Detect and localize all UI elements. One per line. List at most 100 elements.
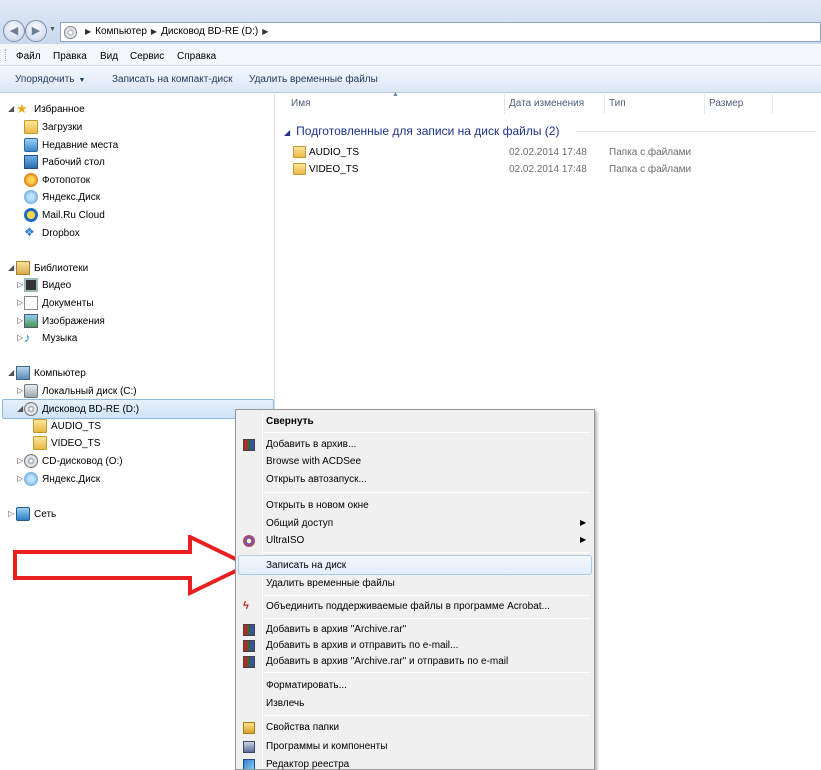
- nav-cd-drive-o[interactable]: ▷ CD-дисковод (O:): [17, 454, 123, 468]
- nav-libraries[interactable]: ◢ Библиотеки: [8, 261, 88, 275]
- expand-icon[interactable]: ▷: [8, 509, 14, 518]
- column-header-size[interactable]: Размер: [709, 98, 743, 109]
- menu-item-format[interactable]: Форматировать...: [266, 680, 347, 691]
- collapse-icon[interactable]: ◢: [8, 104, 14, 113]
- menu-item-delete-temp[interactable]: Удалить временные файлы: [266, 578, 395, 589]
- column-divider[interactable]: [772, 94, 773, 114]
- menu-item-share[interactable]: Общий доступ: [266, 518, 333, 529]
- nav-yandex-disk-drive[interactable]: ▷ Яндекс.Диск: [17, 472, 100, 486]
- forward-arrow-icon: ▶: [31, 25, 41, 37]
- nav-recent-places[interactable]: Недавние места: [24, 138, 118, 152]
- nav-dropbox[interactable]: ❖ Dropbox: [24, 226, 80, 239]
- disc-drive-icon: [24, 454, 38, 468]
- breadcrumb-chevron-icon[interactable]: ▶: [151, 27, 157, 36]
- menu-help[interactable]: Справка: [177, 51, 216, 62]
- folder-icon: [293, 146, 306, 158]
- file-date: 02.02.2014 17:48: [509, 164, 587, 175]
- nav-photostream-label: Фотопоток: [42, 175, 91, 186]
- collapse-icon[interactable]: ◢: [17, 404, 23, 413]
- file-group-header[interactable]: ◢ Подготовленные для записи на диск файлы…: [284, 124, 559, 138]
- nav-photostream[interactable]: Фотопоток: [24, 173, 91, 187]
- nav-images[interactable]: ▷ Изображения: [17, 314, 105, 328]
- menu-item-programs[interactable]: Программы и компоненты: [266, 741, 387, 752]
- menu-item-add-rar-email[interactable]: Добавить в архив "Archive.rar" и отправи…: [266, 656, 508, 667]
- column-header-name[interactable]: Имя: [291, 98, 310, 109]
- organize-label: Упорядочить: [15, 74, 75, 85]
- nav-audio-ts[interactable]: AUDIO_TS: [33, 419, 101, 433]
- nav-documents[interactable]: ▷ Документы: [17, 296, 94, 310]
- nav-network[interactable]: ▷ Сеть: [8, 507, 57, 521]
- menu-item-ultraiso[interactable]: UltraISO: [266, 535, 304, 546]
- acrobat-icon: ϟ: [243, 600, 249, 612]
- computer-icon: [16, 366, 30, 380]
- column-divider[interactable]: [704, 94, 705, 114]
- delete-temp-files-button[interactable]: Удалить временные файлы: [249, 74, 378, 85]
- menu-item-burn-disc[interactable]: Записать на диск: [266, 560, 346, 571]
- menu-item-acdsee[interactable]: Browse with ACDSee: [266, 456, 361, 467]
- menu-item-open-new-window[interactable]: Открыть в новом окне: [266, 500, 369, 511]
- nav-mailru-cloud[interactable]: Mail.Ru Cloud: [24, 208, 105, 222]
- organize-button[interactable]: Упорядочить ▼: [15, 74, 85, 85]
- menu-item-add-archive[interactable]: Добавить в архив...: [266, 439, 356, 450]
- breadcrumb-chevron-icon[interactable]: ▶: [262, 27, 268, 36]
- breadcrumb-chevron-icon[interactable]: ▶: [85, 27, 91, 36]
- column-header-type[interactable]: Тип: [609, 98, 626, 109]
- red-arrow-annotation: [13, 535, 252, 597]
- nav-local-disk-c[interactable]: ▷ Локальный диск (C:): [17, 384, 137, 398]
- expand-icon[interactable]: ▷: [17, 456, 23, 465]
- menu-separator: [264, 432, 590, 433]
- nav-video-ts[interactable]: VIDEO_TS: [33, 436, 100, 450]
- recent-pages-dropdown-icon[interactable]: ▼: [49, 26, 56, 33]
- menu-view[interactable]: Вид: [100, 51, 118, 62]
- menu-item-eject[interactable]: Извлечь: [266, 698, 304, 709]
- nav-desktop-label: Рабочий стол: [42, 157, 105, 168]
- menu-item-autoplay[interactable]: Открыть автозапуск...: [266, 474, 367, 485]
- menu-edit[interactable]: Правка: [53, 51, 87, 62]
- nav-downloads[interactable]: Загрузки: [24, 120, 82, 134]
- nav-video-label: Видео: [42, 280, 72, 291]
- menu-tools[interactable]: Сервис: [130, 51, 164, 62]
- breadcrumb-computer[interactable]: Компьютер: [95, 26, 147, 37]
- menu-item-acrobat-combine[interactable]: Объединить поддерживаемые файлы в програ…: [266, 601, 550, 612]
- column-header-date[interactable]: Дата изменения: [509, 98, 584, 109]
- nav-network-label: Сеть: [34, 509, 57, 520]
- breadcrumb-drive[interactable]: Дисковод BD-RE (D:): [161, 26, 258, 37]
- expand-icon[interactable]: ▷: [17, 298, 23, 307]
- nav-images-label: Изображения: [42, 316, 105, 327]
- file-name: VIDEO_TS: [309, 164, 359, 175]
- expand-icon[interactable]: ▷: [17, 280, 23, 289]
- column-divider[interactable]: [504, 94, 505, 114]
- menu-item-add-email[interactable]: Добавить в архив и отправить по e-mail..…: [266, 640, 458, 651]
- file-row-audio-ts[interactable]: AUDIO_TS: [293, 146, 359, 158]
- nav-video[interactable]: ▷ Видео: [17, 278, 72, 292]
- back-button[interactable]: ◀: [3, 20, 25, 42]
- folder-icon: [33, 436, 47, 450]
- collapse-icon[interactable]: ◢: [8, 368, 14, 377]
- nav-desktop[interactable]: Рабочий стол: [24, 155, 105, 169]
- nav-bd-re-drive[interactable]: ◢ Дисковод BD-RE (D:): [17, 402, 139, 416]
- collapse-icon[interactable]: ◢: [8, 263, 14, 272]
- expand-icon[interactable]: ▷: [17, 316, 23, 325]
- menu-file[interactable]: Файл: [16, 51, 41, 62]
- menu-item-folder-properties[interactable]: Свойства папки: [266, 722, 339, 733]
- file-type: Папка с файлами: [609, 147, 692, 158]
- burn-cd-button[interactable]: Записать на компакт-диск: [112, 74, 232, 85]
- file-row-video-ts[interactable]: VIDEO_TS: [293, 163, 359, 175]
- registry-editor-icon: [243, 759, 255, 769]
- expand-icon[interactable]: ▷: [17, 386, 23, 395]
- forward-button[interactable]: ▶: [25, 20, 47, 42]
- winrar-icon: [243, 439, 255, 451]
- menu-item-regedit[interactable]: Редактор реестра: [266, 759, 349, 769]
- address-field[interactable]: ▶ Компьютер ▶ Дисковод BD-RE (D:) ▶: [60, 22, 821, 42]
- menu-item-collapse[interactable]: Свернуть: [266, 416, 314, 427]
- expand-icon[interactable]: ▷: [17, 474, 23, 483]
- menu-item-add-rar[interactable]: Добавить в архив "Archive.rar": [266, 624, 406, 635]
- command-bar: Упорядочить ▼ Записать на компакт-диск Уд…: [0, 67, 821, 93]
- collapse-icon[interactable]: ◢: [284, 128, 290, 137]
- nav-computer[interactable]: ◢ Компьютер: [8, 366, 86, 380]
- nav-music[interactable]: ▷ ♪ Музыка: [17, 331, 77, 344]
- nav-favorites[interactable]: ◢ ★ Избранное: [8, 102, 85, 115]
- column-divider[interactable]: [604, 94, 605, 114]
- expand-icon[interactable]: ▷: [17, 333, 23, 342]
- nav-yandex-disk[interactable]: Яндекс.Диск: [24, 190, 100, 204]
